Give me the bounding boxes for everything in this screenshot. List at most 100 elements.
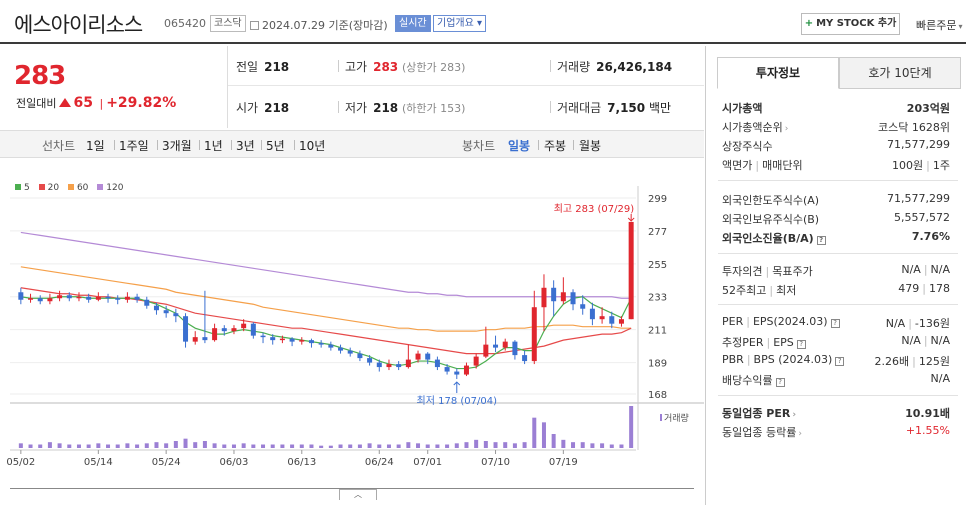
market-badge: 코스닥 xyxy=(210,15,246,32)
candle-body xyxy=(570,292,576,305)
x-tick-label: 05/14 xyxy=(84,457,113,468)
help-icon[interactable]: ? xyxy=(835,357,845,366)
prev-close: 전일 218 xyxy=(236,60,290,74)
candle-body xyxy=(512,341,518,356)
volume-bar xyxy=(231,444,236,448)
period-0[interactable]: 1일 xyxy=(86,137,105,154)
ma60-line xyxy=(20,266,632,332)
candle-body xyxy=(37,298,43,302)
quick-order-link[interactable]: 빠른주문 ▾ xyxy=(916,17,963,33)
chart-period-bar: 선차트 1일 1주일 3개월 1년 3년 5년 10년 봉차트 일봉 주봉 월봉 xyxy=(0,130,704,158)
high-annotation: 최고 283 (07/29) xyxy=(554,203,635,215)
y-tick-label: 255 xyxy=(648,260,667,271)
volume-bar xyxy=(445,444,450,448)
x-tick-label: 07/10 xyxy=(481,457,510,468)
period-5[interactable]: 5년 xyxy=(266,137,285,154)
volume-bar xyxy=(561,439,566,448)
volume-bar xyxy=(580,442,585,448)
volume-bar xyxy=(76,444,81,448)
change-value: 65 xyxy=(73,95,93,111)
y-tick-label: 189 xyxy=(648,359,667,370)
candle-body xyxy=(328,344,334,348)
change-percent: +29.82% xyxy=(106,95,177,111)
period-6[interactable]: 10년 xyxy=(299,137,325,154)
candle-body xyxy=(338,347,344,351)
my-stock-add-button[interactable]: + MY STOCK 추가 xyxy=(801,13,900,35)
volume-bar xyxy=(309,444,314,448)
stock-code: 065420 xyxy=(164,17,206,30)
volume-bar xyxy=(38,444,43,448)
candle-body xyxy=(270,337,276,341)
candle-body xyxy=(367,358,373,363)
volume-bar xyxy=(435,444,440,448)
volume-bar xyxy=(532,417,537,448)
volume-bar xyxy=(609,444,614,448)
volume-bar xyxy=(270,444,275,448)
chevron-right-icon: › xyxy=(798,429,802,439)
candle-body xyxy=(95,296,101,300)
period-2[interactable]: 3개월 xyxy=(162,137,192,154)
collapse-chart-button[interactable]: ︿ xyxy=(339,489,377,500)
calendar-icon xyxy=(250,21,259,30)
price-stats: 전일 218 고가 283 (상한가 283) 거래량 26,426,184 시가 21… xyxy=(228,46,704,128)
volume-bar xyxy=(212,443,217,448)
candle-body xyxy=(560,292,566,302)
volume-bar xyxy=(338,444,343,448)
candle-body xyxy=(202,337,208,341)
volume-bar xyxy=(154,442,159,448)
candle-body xyxy=(551,287,557,302)
candle-body xyxy=(628,221,634,320)
candle-body xyxy=(289,338,295,342)
candle-body xyxy=(386,364,392,368)
candle-body xyxy=(454,371,460,375)
stats-row-2: 시가 218 저가 218 (하한가 153) 거래대금 7,150 백만 xyxy=(228,87,704,127)
volume-bar xyxy=(425,444,430,448)
candle-body xyxy=(415,353,421,360)
candle-body xyxy=(425,353,431,360)
candlestick-chart[interactable]: 299 277 255 233 211 189 168 거래량 05/02 05/14 05/24 0… xyxy=(0,158,704,490)
date-suffix: 기준(장마감) xyxy=(328,19,388,32)
volume: 거래량 26,426,184 xyxy=(557,60,673,74)
help-icon[interactable]: ? xyxy=(775,378,785,387)
candle-body xyxy=(580,304,586,309)
candle-body xyxy=(318,343,324,345)
volume-bar xyxy=(590,443,595,448)
volume-bar xyxy=(144,443,149,448)
my-stock-label: MY STOCK 추가 xyxy=(816,18,897,29)
candle-body xyxy=(144,299,150,306)
current-price: 283 xyxy=(14,61,66,91)
volume-bar xyxy=(106,444,111,448)
tab-investment-info[interactable]: 투자정보 xyxy=(717,57,839,89)
candle-period-1[interactable]: 주봉 xyxy=(544,137,566,154)
realtime-button[interactable]: 실시간 xyxy=(395,15,431,32)
candle-period-2[interactable]: 월봉 xyxy=(579,137,601,154)
help-icon[interactable]: ? xyxy=(796,340,806,349)
change-label: 전일대비 xyxy=(16,97,57,110)
x-tick-label: 06/13 xyxy=(287,457,316,468)
company-name: 에스아이리소스 xyxy=(14,13,143,37)
help-icon[interactable]: ? xyxy=(816,236,826,245)
candle-body xyxy=(357,353,363,359)
company-info-label: 기업개요 xyxy=(437,18,474,29)
candle-period-0[interactable]: 일봉 xyxy=(508,137,530,154)
chevron-right-icon: › xyxy=(784,124,789,134)
period-4[interactable]: 3년 xyxy=(236,137,255,154)
volume-bar xyxy=(464,442,469,448)
y-tick-label: 299 xyxy=(648,194,667,205)
period-3[interactable]: 1년 xyxy=(204,137,223,154)
volume-bar xyxy=(348,444,353,448)
period-1[interactable]: 1주일 xyxy=(119,137,149,154)
x-tick-label: 05/24 xyxy=(152,457,181,468)
investment-tabs: 투자정보 호가 10단계 xyxy=(717,57,961,89)
x-tick-label: 07/19 xyxy=(549,457,578,468)
candle-body xyxy=(599,316,605,320)
x-tick-label: 06/24 xyxy=(365,457,394,468)
candle-body xyxy=(57,295,63,299)
volume-bar xyxy=(619,444,624,448)
candle-body xyxy=(502,341,508,348)
company-info-button[interactable]: 기업개요 ▾ xyxy=(433,15,487,32)
tab-order-book[interactable]: 호가 10단계 xyxy=(839,57,961,89)
candle-body xyxy=(463,365,469,375)
help-icon[interactable]: ? xyxy=(830,319,840,328)
candle-body xyxy=(66,295,72,299)
